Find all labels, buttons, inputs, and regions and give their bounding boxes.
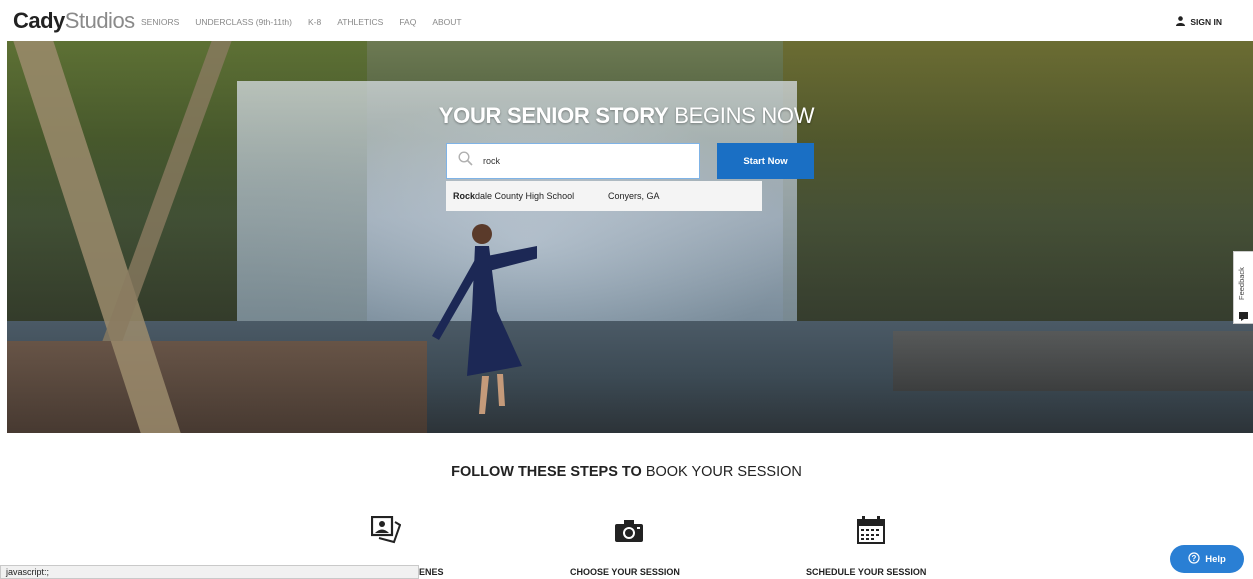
help-button[interactable]: ? Help bbox=[1170, 545, 1244, 573]
steps-title-light: BOOK YOUR SESSION bbox=[645, 464, 802, 480]
browser-status-bar: javascript:; bbox=[0, 565, 419, 579]
hero-headline: YOUR SENIOR STORY BEGINS NOW bbox=[0, 103, 1253, 129]
top-navbar: CadyStudios SENIORS UNDERCLASS (9th-11th… bbox=[0, 0, 1253, 41]
steps-title: FOLLOW THESE STEPS TO BOOK YOUR SESSION bbox=[0, 464, 1253, 480]
help-label: Help bbox=[1205, 553, 1226, 565]
sign-in-label: SIGN IN bbox=[1190, 17, 1222, 27]
nav-item-seniors[interactable]: SENIORS bbox=[141, 17, 179, 27]
start-now-button[interactable]: Start Now bbox=[717, 143, 814, 179]
sign-in-link[interactable]: SIGN IN bbox=[1176, 16, 1222, 28]
hero-headline-light: BEGINS NOW bbox=[674, 103, 815, 128]
svg-text:?: ? bbox=[1192, 554, 1197, 563]
school-search-box[interactable] bbox=[446, 143, 700, 179]
nav-item-underclass[interactable]: UNDERCLASS (9th-11th) bbox=[195, 17, 292, 27]
step-label-schedule-session: SCHEDULE YOUR SESSION bbox=[806, 567, 927, 577]
camera-icon bbox=[614, 519, 644, 548]
step-label-choose-session: CHOOSE YOUR SESSION bbox=[570, 567, 680, 577]
search-suggestion-item[interactable]: Rockdale County High School Conyers, GA bbox=[446, 181, 762, 211]
hero-banner bbox=[7, 41, 1253, 433]
calendar-icon bbox=[856, 515, 886, 550]
main-nav: SENIORS UNDERCLASS (9th-11th) K-8 ATHLET… bbox=[141, 17, 478, 27]
cady-studios-logo[interactable]: CadyStudios bbox=[13, 8, 135, 34]
logo-bold-text: Cady bbox=[13, 8, 65, 33]
suggestion-location: Conyers, GA bbox=[608, 191, 660, 201]
nav-item-about[interactable]: ABOUT bbox=[432, 17, 461, 27]
feedback-icon bbox=[1239, 308, 1248, 321]
nav-item-faq[interactable]: FAQ bbox=[399, 17, 416, 27]
nav-item-athletics[interactable]: ATHLETICS bbox=[337, 17, 383, 27]
hero-rocks-left bbox=[7, 341, 427, 433]
help-icon: ? bbox=[1188, 551, 1200, 567]
school-search-input[interactable] bbox=[481, 155, 685, 167]
feedback-label: Feedback bbox=[1237, 267, 1246, 300]
suggestion-school-name: Rockdale County High School bbox=[453, 191, 608, 201]
hero-headline-strong: YOUR SENIOR STORY bbox=[438, 103, 669, 128]
step-label-1: ENES bbox=[419, 567, 444, 577]
search-icon bbox=[458, 151, 473, 171]
steps-title-strong: FOLLOW THESE STEPS TO bbox=[451, 464, 642, 480]
nav-item-k8[interactable]: K-8 bbox=[308, 17, 321, 27]
logo-light-text: Studios bbox=[64, 8, 135, 33]
user-icon bbox=[1176, 16, 1186, 28]
photos-icon bbox=[370, 515, 402, 549]
suggestion-rest-text: dale County High School bbox=[475, 191, 575, 201]
hero-rocks-right bbox=[893, 331, 1253, 391]
feedback-tab[interactable]: Feedback bbox=[1233, 251, 1253, 324]
hero-person-figure bbox=[432, 224, 537, 414]
suggestion-match-text: Rock bbox=[453, 191, 476, 201]
